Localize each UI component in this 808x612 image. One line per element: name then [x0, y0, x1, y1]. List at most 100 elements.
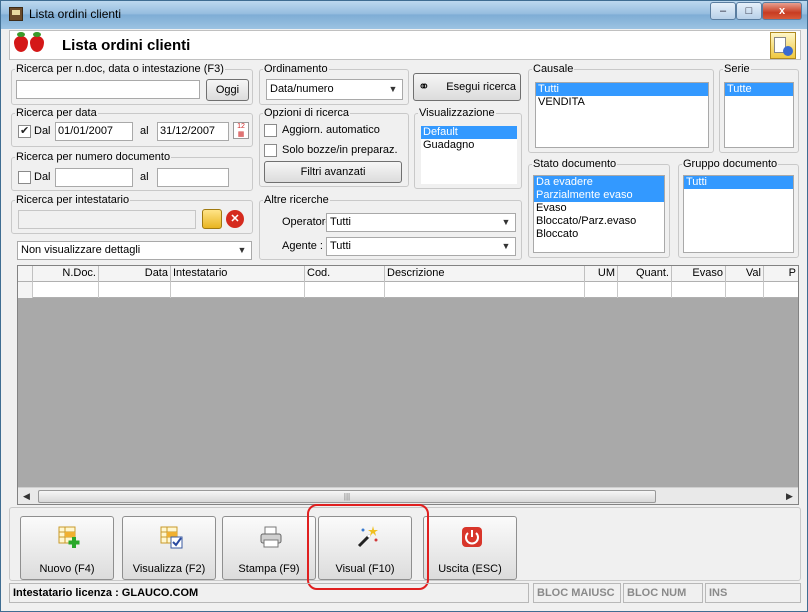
column-header[interactable]: P: [764, 266, 798, 282]
column-header[interactable]: Cod.: [305, 266, 385, 282]
doc-group-list[interactable]: Tutti: [683, 175, 794, 253]
chevron-down-icon: ▼: [498, 239, 514, 254]
view-list[interactable]: Default Guadagno: [421, 126, 517, 184]
today-button[interactable]: Oggi: [206, 79, 249, 101]
auto-update-checkbox[interactable]: [264, 124, 277, 137]
column-header[interactable]: N.Doc.: [33, 266, 99, 282]
orders-grid[interactable]: N.Doc. Data Intestatario Cod. Descrizion…: [17, 265, 799, 505]
list-item[interactable]: Tutti: [536, 83, 708, 96]
list-item[interactable]: Tutti: [684, 176, 793, 189]
table-cell[interactable]: [585, 282, 618, 298]
date-from-checkbox[interactable]: [18, 124, 31, 138]
list-item[interactable]: Tutte: [725, 83, 793, 96]
serie-list[interactable]: Tutte: [724, 82, 794, 148]
table-cell[interactable]: [99, 282, 171, 298]
ordering-group: Ordinamento Data/numero ▼: [259, 63, 409, 105]
drafts-only-label: Solo bozze/in preparaz.: [282, 144, 398, 156]
list-item[interactable]: Bloccato/Parz.evaso: [534, 215, 664, 228]
ordering-select[interactable]: Data/numero ▼: [266, 79, 403, 100]
power-icon: [462, 527, 482, 547]
text-search-group: Ricerca per n.doc, data o intestazione (…: [11, 63, 253, 105]
group-label: Ricerca per n.doc, data o intestazione (…: [15, 63, 225, 75]
execute-search-button[interactable]: ⚭ Esegui ricerca: [413, 73, 521, 101]
strawberry-icon: [30, 32, 44, 52]
group-label: Stato documento: [532, 158, 618, 170]
folder-icon[interactable]: [202, 209, 222, 229]
table-row[interactable]: [18, 282, 798, 298]
date-from-label: Dal: [34, 125, 51, 137]
advanced-filters-button[interactable]: Filtri avanzati: [264, 161, 402, 183]
list-item[interactable]: Evaso: [534, 202, 664, 215]
maximize-button[interactable]: □: [736, 2, 762, 20]
number-to-input[interactable]: [157, 168, 229, 187]
title-bar[interactable]: Lista ordini clienti – □ x: [1, 1, 807, 29]
view-button-label: Visualizza (F2): [132, 563, 206, 575]
search-text-input[interactable]: [16, 80, 200, 99]
column-header[interactable]: Evaso: [672, 266, 726, 282]
view-button[interactable]: Visualizza (F2): [122, 516, 216, 580]
drafts-only-checkbox[interactable]: [264, 144, 277, 157]
table-cell[interactable]: [672, 282, 726, 298]
group-label: Serie: [723, 63, 751, 75]
number-from-checkbox[interactable]: [18, 171, 31, 184]
list-item[interactable]: Default: [421, 126, 517, 139]
column-header[interactable]: Descrizione: [385, 266, 585, 282]
group-label: Ricerca per data: [15, 107, 98, 119]
number-from-input[interactable]: [55, 168, 133, 187]
column-header[interactable]: Data: [99, 266, 171, 282]
print-button[interactable]: Stampa (F9): [222, 516, 316, 580]
app-icon: [9, 7, 23, 21]
table-cell[interactable]: [33, 282, 99, 298]
license-panel: Intestatario licenza : GLAUCO.COM: [9, 583, 529, 603]
agent-value: Tutti: [330, 240, 351, 252]
column-header[interactable]: [18, 266, 33, 282]
column-header[interactable]: Quant.: [618, 266, 672, 282]
operator-select[interactable]: Tutti ▼: [326, 213, 516, 232]
list-item[interactable]: Bloccato: [534, 228, 664, 241]
scroll-left-icon[interactable]: ◀: [18, 488, 35, 505]
close-button[interactable]: x: [762, 2, 802, 20]
group-label: Ricerca per intestatario: [15, 194, 131, 206]
minimize-button[interactable]: –: [710, 2, 736, 20]
list-item[interactable]: VENDITA: [536, 96, 708, 109]
table-cell[interactable]: [171, 282, 305, 298]
date-from-input[interactable]: 01/01/2007: [55, 122, 133, 141]
insert-panel: INS: [705, 583, 801, 603]
date-to-label: al: [140, 125, 149, 137]
date-to-input[interactable]: 31/12/2007: [157, 122, 229, 141]
clear-icon[interactable]: ✕: [226, 210, 244, 228]
number-from-label: Dal: [34, 171, 51, 183]
column-header[interactable]: Intestatario: [171, 266, 305, 282]
status-bar: Intestatario licenza : GLAUCO.COM BLOC M…: [9, 583, 801, 605]
auto-update-label: Aggiorn. automatico: [282, 124, 380, 136]
execute-search-label: Esegui ricerca: [446, 81, 516, 93]
exit-button-label: Uscita (ESC): [438, 563, 502, 575]
list-item[interactable]: Parzialmente evaso: [534, 189, 664, 202]
details-select[interactable]: Non visualizzare dettagli ▼: [17, 241, 252, 260]
table-cell[interactable]: [385, 282, 585, 298]
print-button-label: Stampa (F9): [238, 563, 300, 575]
table-cell[interactable]: [726, 282, 764, 298]
column-header[interactable]: UM: [585, 266, 618, 282]
exit-button[interactable]: Uscita (ESC): [423, 516, 517, 580]
doc-state-list[interactable]: Da evadere Parzialmente evaso Evaso Bloc…: [533, 175, 665, 253]
table-cell[interactable]: [618, 282, 672, 298]
report-icon[interactable]: [770, 32, 796, 59]
list-item[interactable]: Da evadere: [534, 176, 664, 189]
causale-list[interactable]: Tutti VENDITA: [535, 82, 709, 148]
group-label: Causale: [532, 63, 575, 75]
horizontal-scrollbar[interactable]: ◀ ||| ▶: [18, 487, 798, 504]
table-cell[interactable]: [305, 282, 385, 298]
scroll-thumb[interactable]: |||: [38, 490, 656, 503]
new-button[interactable]: Nuovo (F4): [20, 516, 114, 580]
column-header[interactable]: Val: [726, 266, 764, 282]
list-item[interactable]: Guadagno: [421, 139, 517, 152]
number-search-group: Ricerca per numero documento Dal al: [11, 151, 253, 191]
calendar-icon[interactable]: 12 ▦: [233, 122, 249, 139]
agent-select[interactable]: Tutti ▼: [326, 237, 516, 256]
group-label: Altre ricerche: [263, 194, 330, 206]
scroll-right-icon[interactable]: ▶: [781, 488, 798, 505]
holder-input[interactable]: [18, 210, 196, 229]
other-search-group: Altre ricerche Operatore : Tutti ▼ Agent…: [259, 194, 522, 260]
number-to-label: al: [140, 171, 149, 183]
